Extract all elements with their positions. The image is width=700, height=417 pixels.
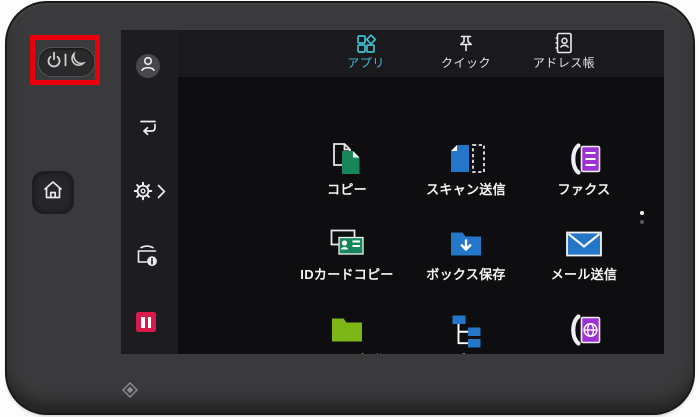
app-box-operation[interactable]: ボックス操作 (282, 310, 412, 354)
apps-grid-icon (356, 34, 376, 54)
app-label: IDカードコピー (300, 267, 394, 282)
app-label: ボックス保存 (426, 267, 506, 282)
box-open-icon (329, 310, 365, 350)
diamond-logo-icon (122, 382, 138, 398)
app-scan-send[interactable]: スキャン送信 (401, 139, 531, 198)
touch-screen: アプリ クイック アドレス帳 コピー スキャン送信 ファクス IDカードコピー … (121, 30, 664, 354)
login-switch-button[interactable] (138, 119, 158, 142)
chevron-right-icon (157, 184, 166, 204)
app-mail-send[interactable]: メール送信 (519, 224, 649, 283)
settings-expand-button[interactable] (157, 184, 166, 204)
settings-button[interactable] (133, 181, 153, 206)
power-sleep-icon (45, 50, 89, 75)
power-sleep-button[interactable] (38, 47, 95, 77)
page-dot-inactive (640, 220, 644, 224)
device-status-button[interactable] (134, 243, 160, 272)
page-dot-active (640, 211, 644, 215)
app-label: インターネットファクス (535, 353, 633, 354)
app-label: メール送信 (550, 267, 618, 282)
sidebar (121, 30, 178, 354)
app-label: ジョブフロー (426, 353, 506, 354)
home-button[interactable] (33, 172, 73, 213)
scan-send-icon (446, 139, 486, 179)
mail-send-icon (565, 224, 603, 264)
job-flow-icon (449, 310, 483, 350)
user-icon (138, 54, 158, 79)
pin-icon (456, 34, 476, 54)
app-label: コピー (327, 182, 367, 197)
tab-apps[interactable]: アプリ (321, 34, 411, 76)
app-label: ボックス操作 (307, 353, 386, 354)
copy-icon (328, 139, 366, 179)
printer-control-panel: アプリ クイック アドレス帳 コピー スキャン送信 ファクス IDカードコピー … (0, 0, 700, 417)
printer-info-icon (134, 243, 160, 272)
app-fax[interactable]: ファクス (519, 139, 649, 198)
internet-fax-icon (566, 310, 602, 350)
app-grid: コピー スキャン送信 ファクス IDカードコピー ボックス保存 メール送信 (178, 77, 664, 354)
tab-quick-label: クイック (440, 56, 491, 70)
pause-icon (147, 316, 151, 328)
app-label: ファクス (557, 182, 611, 197)
tab-apps-label: アプリ (347, 56, 385, 70)
gear-icon (133, 181, 153, 206)
app-id-card-copy[interactable]: IDカードコピー (282, 224, 412, 283)
pause-icon (141, 316, 145, 328)
home-icon (42, 179, 64, 206)
pause-stop-button[interactable] (136, 312, 156, 332)
app-copy[interactable]: コピー (282, 139, 412, 198)
tab-quick[interactable]: クイック (421, 34, 511, 76)
tab-address-book[interactable]: アドレス帳 (519, 32, 609, 76)
user-login-button[interactable] (136, 54, 160, 78)
address-book-icon (553, 32, 575, 54)
fax-icon (566, 139, 602, 179)
app-internet-fax[interactable]: インターネットファクス (519, 310, 649, 354)
box-save-icon (448, 224, 484, 264)
app-job-flow[interactable]: ジョブフロー (401, 310, 531, 354)
login-switch-icon (138, 119, 158, 142)
id-card-copy-icon (327, 224, 367, 264)
app-box-save[interactable]: ボックス保存 (401, 224, 531, 283)
tab-bar: アプリ クイック アドレス帳 (178, 30, 664, 77)
app-label: スキャン送信 (426, 182, 506, 197)
tab-address-book-label: アドレス帳 (532, 56, 596, 70)
